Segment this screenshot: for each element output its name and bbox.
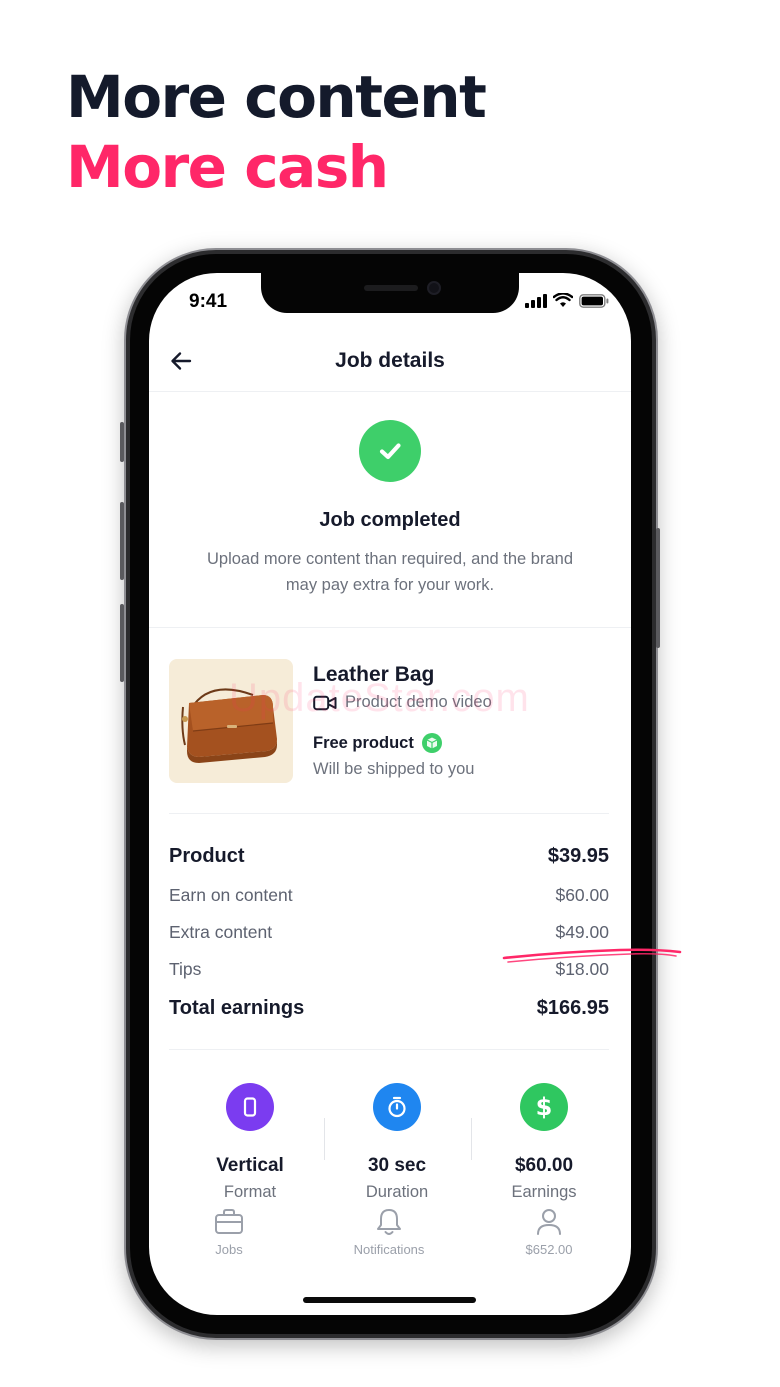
stopwatch-icon xyxy=(388,1096,406,1118)
tab-notifications-label: Notifications xyxy=(353,1242,425,1257)
format-badge xyxy=(226,1083,274,1131)
phone-screen: 9:41 Job details Job completed Upload mo… xyxy=(149,273,631,1315)
volume-up-button xyxy=(120,502,124,580)
headline-line-1: More content xyxy=(66,63,487,131)
stat-format-value: Vertical xyxy=(216,1155,284,1176)
dollar-icon: $ xyxy=(535,1093,553,1121)
stat-format-label: Format xyxy=(223,1183,277,1201)
job-status-description: Upload more content than required, and t… xyxy=(207,550,573,594)
product-price-label: Product xyxy=(169,845,245,867)
briefcase-icon xyxy=(215,1209,243,1234)
duration-badge xyxy=(373,1083,421,1131)
tips-value: $18.00 xyxy=(555,959,609,979)
power-button xyxy=(656,528,660,648)
section-divider-2 xyxy=(169,813,609,814)
job-status-title: Job completed xyxy=(319,509,461,531)
tab-profile[interactable]: $652.00 xyxy=(494,1205,604,1257)
section-divider-1 xyxy=(149,627,631,628)
wifi-icon xyxy=(553,293,573,307)
headline: More content More cash xyxy=(66,62,487,202)
nav-divider xyxy=(149,391,631,392)
status-time: 9:41 xyxy=(189,291,228,312)
check-icon xyxy=(379,443,401,460)
job-completed-badge xyxy=(359,420,421,482)
watermark: UpdateStar.com xyxy=(229,676,530,720)
stat-earnings-label: Earnings xyxy=(511,1183,577,1201)
earnings-badge: $ xyxy=(520,1083,568,1131)
stat-duration-value: 30 sec xyxy=(367,1155,427,1176)
shipping-note: Will be shipped to you xyxy=(313,760,475,778)
price-row-tips: Tips $18.00 xyxy=(169,959,609,980)
free-product-row: Free product xyxy=(313,733,442,753)
product-price-value: $39.95 xyxy=(547,845,609,867)
price-row-product: Product $39.95 xyxy=(169,845,609,868)
total-earnings-value: $166.95 xyxy=(536,997,609,1019)
earn-on-content-label: Earn on content xyxy=(169,885,293,905)
notch xyxy=(261,273,519,313)
tab-notifications[interactable]: Notifications xyxy=(334,1205,444,1257)
stat-duration: 30 sec Duration xyxy=(332,1083,462,1202)
user-icon xyxy=(537,1209,561,1235)
tips-label: Tips xyxy=(169,959,202,979)
phone-portrait-icon xyxy=(243,1097,257,1117)
price-row-extra-content: Extra content $49.00 xyxy=(169,922,609,943)
package-icon xyxy=(421,733,442,753)
page-title: Job details xyxy=(335,349,445,372)
volume-down-button xyxy=(120,604,124,682)
front-camera xyxy=(427,281,441,295)
earn-on-content-value: $60.00 xyxy=(555,885,609,905)
stat-earnings-value: $60.00 xyxy=(514,1155,574,1176)
silent-switch xyxy=(120,422,124,462)
tab-profile-label: $652.00 xyxy=(525,1242,573,1257)
tab-jobs[interactable]: Jobs xyxy=(174,1205,284,1257)
extra-content-value: $49.00 xyxy=(555,922,609,942)
stat-duration-label: Duration xyxy=(365,1183,429,1201)
extra-content-label: Extra content xyxy=(169,922,273,942)
free-product-label: Free product xyxy=(313,733,414,752)
nav-bar: Job details xyxy=(149,331,631,391)
section-divider-3 xyxy=(169,1049,609,1050)
stat-separator-2 xyxy=(471,1118,472,1160)
cellular-signal-icon xyxy=(525,293,547,308)
battery-icon xyxy=(579,293,609,308)
headline-line-2: More cash xyxy=(66,133,389,201)
speaker-grille xyxy=(364,285,418,291)
price-row-total: Total earnings $166.95 xyxy=(169,997,609,1020)
price-row-earn-on-content: Earn on content $60.00 xyxy=(169,885,609,906)
status-icons xyxy=(525,293,609,308)
stat-earnings: $ $60.00 Earnings xyxy=(479,1083,609,1202)
stat-format: Vertical Format xyxy=(185,1083,315,1202)
bell-icon xyxy=(377,1209,401,1235)
tab-jobs-label: Jobs xyxy=(215,1242,243,1257)
total-earnings-label: Total earnings xyxy=(169,997,305,1019)
home-indicator xyxy=(303,1297,476,1303)
stat-separator-1 xyxy=(324,1118,325,1160)
